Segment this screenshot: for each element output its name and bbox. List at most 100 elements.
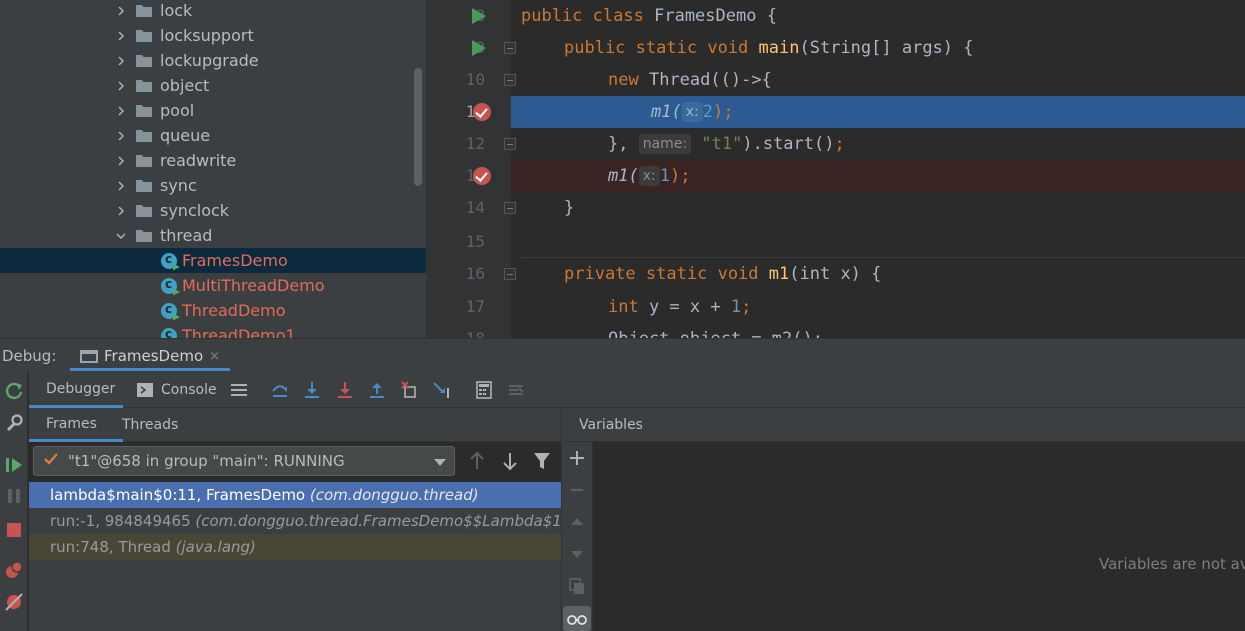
tree-item-label: readwrite	[160, 151, 237, 170]
pause-icon[interactable]	[3, 485, 25, 507]
gutter-line[interactable]: 8	[427, 0, 511, 32]
gutter-line[interactable]: 16	[427, 258, 516, 290]
gutter-line[interactable]: 10	[427, 64, 516, 96]
chevron-down-icon[interactable]	[434, 459, 446, 466]
drop-frame-icon[interactable]	[400, 380, 420, 400]
code-line[interactable]: public static void main(String[] args) {	[511, 32, 1245, 64]
move-up-icon[interactable]	[567, 512, 587, 532]
layout-menu-icon[interactable]	[229, 380, 249, 400]
tab-debugger[interactable]: Debugger	[29, 372, 123, 408]
mute-breakpoints-icon[interactable]	[3, 591, 25, 613]
debugger-toolbar: Debugger Console	[29, 372, 1245, 408]
resume-icon[interactable]	[3, 454, 25, 476]
tree-item-label: locksupport	[160, 26, 254, 45]
frame-row[interactable]: run:-1, 984849465 (com.dongguo.thread.Fr…	[29, 508, 561, 534]
add-watch-icon[interactable]	[567, 448, 587, 468]
chevron-right-icon[interactable]	[114, 29, 128, 43]
gutter-line[interactable]: 14	[427, 192, 516, 224]
folder-icon	[136, 180, 152, 192]
tree-class-threaddemo[interactable]: ThreadDemo	[0, 298, 426, 323]
window-icon	[80, 349, 98, 363]
frame-package: (com.dongguo.thread)	[309, 486, 479, 504]
folder-icon	[136, 5, 152, 17]
code-line[interactable]: new Thread(()->{	[511, 64, 1245, 96]
code-editor[interactable]: 8 9 10 11 12 13 14 15	[426, 0, 1245, 338]
chevron-right-icon[interactable]	[114, 154, 128, 168]
tree-class-threaddemo1[interactable]: ThreadDemo1	[0, 323, 426, 338]
tree-folder-readwrite[interactable]: readwrite	[0, 148, 426, 173]
execution-line[interactable]: m1(x: 2);	[511, 96, 1245, 128]
code-line[interactable]: public class FramesDemo {	[511, 0, 1245, 32]
move-down-icon[interactable]	[567, 544, 587, 564]
chevron-right-icon[interactable]	[114, 4, 128, 18]
tree-folder-object[interactable]: object	[0, 73, 426, 98]
code-line[interactable]: }, name: "t1").start();	[511, 128, 1245, 160]
chevron-right-icon[interactable]	[114, 129, 128, 143]
arrow-up-icon[interactable]	[467, 450, 487, 472]
code-line[interactable]: int y = x + 1;	[511, 291, 1245, 323]
run-to-cursor-icon[interactable]	[432, 380, 452, 400]
code-token: Thread(()->{	[648, 70, 772, 90]
code-token: m1	[768, 264, 790, 284]
chevron-down-icon[interactable]	[114, 229, 128, 243]
breakpoint-icon[interactable]	[473, 103, 491, 121]
tree-folder-sync[interactable]: sync	[0, 173, 426, 198]
view-breakpoints-icon[interactable]	[3, 559, 25, 581]
tree-folder-queue[interactable]: queue	[0, 123, 426, 148]
variables-tree[interactable]: Variables are not avai	[594, 442, 1245, 631]
chevron-right-icon[interactable]	[114, 179, 128, 193]
code-line[interactable]: private static void m1(int x) {	[511, 258, 1245, 290]
step-into-icon[interactable]	[302, 380, 322, 400]
gutter-line[interactable]: 11	[427, 96, 511, 128]
show-watches-toggle[interactable]	[563, 606, 591, 631]
breakpoint-line[interactable]: m1(x: 1);	[511, 160, 1245, 192]
thread-selector[interactable]: "t1"@658 in group "main": RUNNING	[33, 446, 455, 476]
tree-folder-locksupport[interactable]: locksupport	[0, 23, 426, 48]
tab-threads[interactable]: Threads	[122, 408, 202, 442]
editor-gutter[interactable]: 8 9 10 11 12 13 14 15	[427, 0, 516, 338]
gutter-line[interactable]: 15	[427, 226, 511, 258]
project-tree: lock locksupport lockupgrade object pool…	[0, 0, 426, 338]
chevron-right-icon[interactable]	[114, 79, 128, 93]
code-token: void	[717, 264, 759, 284]
tree-folder-pool[interactable]: pool	[0, 98, 426, 123]
breakpoint-icon[interactable]	[473, 167, 491, 185]
tree-folder-thread[interactable]: thread	[0, 223, 426, 248]
code-token: int	[608, 297, 639, 317]
tab-console[interactable]: Console	[137, 372, 237, 408]
gutter-line[interactable]: 13	[427, 160, 511, 192]
frame-row[interactable]: run:748, Thread (java.lang)	[29, 534, 561, 560]
arrow-down-icon[interactable]	[500, 450, 520, 472]
step-out-icon[interactable]	[367, 380, 387, 400]
close-icon[interactable]: ×	[209, 349, 220, 364]
stop-icon[interactable]	[3, 519, 25, 541]
gutter-line[interactable]: 9	[427, 32, 516, 64]
force-step-into-icon[interactable]	[335, 380, 355, 400]
code-token: public	[564, 38, 626, 58]
chevron-right-icon[interactable]	[114, 204, 128, 218]
wrench-icon[interactable]	[3, 412, 25, 434]
gutter-line[interactable]: 12	[427, 128, 516, 160]
tab-frames[interactable]: Frames	[29, 408, 123, 442]
tree-class-framesdemo[interactable]: FramesDemo	[0, 248, 426, 273]
chevron-right-icon[interactable]	[114, 54, 128, 68]
code-line[interactable]: }	[511, 192, 1245, 224]
trace-current-stream-icon[interactable]	[506, 380, 526, 400]
gutter-line[interactable]: 17	[427, 291, 511, 323]
evaluate-expression-icon[interactable]	[474, 380, 494, 400]
gutter-line[interactable]: 18	[427, 323, 511, 338]
tree-class-multithreaddemo[interactable]: MultiThreadDemo	[0, 273, 426, 298]
remove-watch-icon[interactable]	[567, 480, 587, 500]
code-token: );	[712, 102, 734, 122]
tree-scrollbar[interactable]	[414, 68, 422, 186]
copy-icon[interactable]	[567, 576, 587, 596]
filter-icon[interactable]	[532, 450, 552, 472]
code-line[interactable]: Object object = m2();	[511, 323, 1245, 338]
tree-folder-synclock[interactable]: synclock	[0, 198, 426, 223]
chevron-right-icon[interactable]	[114, 104, 128, 118]
tree-folder-lockupgrade[interactable]: lockupgrade	[0, 48, 426, 73]
tree-folder-lock[interactable]: lock	[0, 0, 426, 23]
step-over-icon[interactable]	[270, 380, 290, 400]
frame-row[interactable]: lambda$main$0:11, FramesDemo (com.donggu…	[29, 482, 561, 508]
rerun-icon[interactable]	[3, 380, 25, 402]
